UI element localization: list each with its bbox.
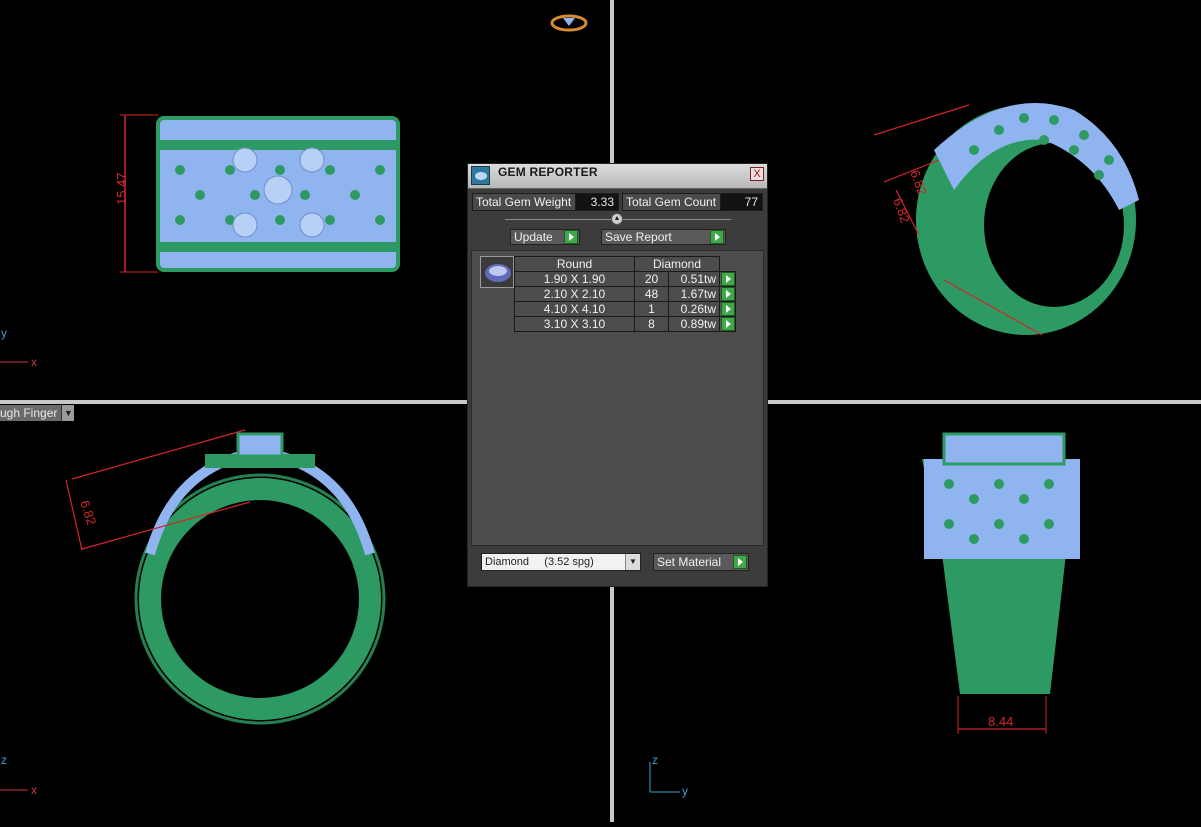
save-report-button-label: Save Report — [605, 230, 672, 244]
viewport-name-menu[interactable]: ugh Finger ▼ — [0, 405, 75, 421]
axis-x-label-side: x — [31, 783, 37, 797]
table-row[interactable]: 2.10 X 2.10 48 1.67tw — [514, 286, 736, 302]
play-arrow-icon — [721, 287, 735, 301]
gem-reporter-panel: GEM REPORTER X Total Gem Weight 3.33 Tot… — [467, 163, 768, 587]
total-gem-count-label: Total Gem Count — [623, 194, 722, 210]
update-button-label: Update — [514, 230, 553, 244]
shape-header: Round — [514, 256, 635, 272]
update-button[interactable]: Update — [510, 229, 580, 245]
perspective-dimension-b: 6.82 — [890, 196, 913, 225]
round-gem-icon[interactable] — [480, 256, 514, 288]
panel-title: GEM REPORTER — [498, 165, 598, 179]
viewport-name-label: ugh Finger — [0, 405, 62, 421]
material-select[interactable]: Diamond (3.52 spg) ▼ — [481, 553, 641, 571]
row-select-button[interactable] — [719, 286, 736, 302]
gem-table-header: Round Diamond — [514, 256, 736, 272]
front-dimension-label: 15.47 — [114, 172, 129, 205]
axis-y-label-top: y — [682, 784, 688, 798]
gem-count: 1 — [634, 301, 669, 317]
chevron-down-icon[interactable]: ▼ — [61, 405, 75, 421]
save-report-button[interactable]: Save Report — [601, 229, 726, 245]
axis-y-label: y — [1, 326, 7, 340]
table-row[interactable]: 4.10 X 4.10 1 0.26tw — [514, 301, 736, 317]
gem-size: 1.90 X 1.90 — [514, 271, 635, 287]
table-row[interactable]: 3.10 X 3.10 8 0.89tw — [514, 316, 736, 332]
top-dimension-label: 8.44 — [988, 714, 1013, 729]
gem-table: Round Diamond 1.90 X 1.90 20 0.51tw 2.10… — [514, 256, 736, 332]
total-gem-weight-value: 3.33 — [576, 194, 618, 210]
play-arrow-icon — [710, 230, 724, 244]
gem-weight: 0.89tw — [668, 316, 720, 332]
gem-weight: 1.67tw — [668, 286, 720, 302]
panel-titlebar[interactable]: GEM REPORTER X — [468, 164, 767, 189]
gem-weight: 0.51tw — [668, 271, 720, 287]
play-arrow-icon — [721, 302, 735, 316]
chevron-down-icon[interactable]: ▼ — [625, 554, 640, 570]
material-select-value: Diamond (3.52 spg) — [485, 556, 594, 568]
row-select-button[interactable] — [719, 316, 736, 332]
play-arrow-icon — [721, 272, 735, 286]
play-arrow-icon — [564, 230, 578, 244]
axis-z-label: z — [1, 753, 7, 767]
collapse-up-icon[interactable]: ▲ — [611, 213, 623, 225]
axis-z-label-top: z — [652, 753, 658, 767]
gem-reporter-app-icon — [471, 166, 490, 185]
total-gem-weight: Total Gem Weight 3.33 — [472, 193, 619, 211]
gem-count: 20 — [634, 271, 669, 287]
gem-list: Round Diamond 1.90 X 1.90 20 0.51tw 2.10… — [471, 250, 764, 546]
ring-logo-icon — [550, 14, 588, 32]
close-icon[interactable]: X — [750, 167, 764, 181]
total-gem-count: Total Gem Count 77 — [622, 193, 763, 211]
total-gem-count-value: 77 — [721, 194, 762, 210]
table-row[interactable]: 1.90 X 1.90 20 0.51tw — [514, 271, 736, 287]
gem-count: 48 — [634, 286, 669, 302]
gem-size: 4.10 X 4.10 — [514, 301, 635, 317]
gem-size: 2.10 X 2.10 — [514, 286, 635, 302]
axis-x-label: x — [31, 355, 37, 369]
set-material-button[interactable]: Set Material — [653, 553, 749, 571]
play-arrow-icon — [733, 555, 747, 569]
total-gem-weight-label: Total Gem Weight — [473, 194, 577, 210]
side-dimension-label: 6.82 — [77, 498, 99, 527]
material-header: Diamond — [634, 256, 720, 272]
play-arrow-icon — [721, 317, 735, 331]
set-material-button-label: Set Material — [657, 555, 722, 569]
gem-size: 3.10 X 3.10 — [514, 316, 635, 332]
row-select-button[interactable] — [719, 301, 736, 317]
gem-count: 8 — [634, 316, 669, 332]
gem-weight: 0.26tw — [668, 301, 720, 317]
row-select-button[interactable] — [719, 271, 736, 287]
